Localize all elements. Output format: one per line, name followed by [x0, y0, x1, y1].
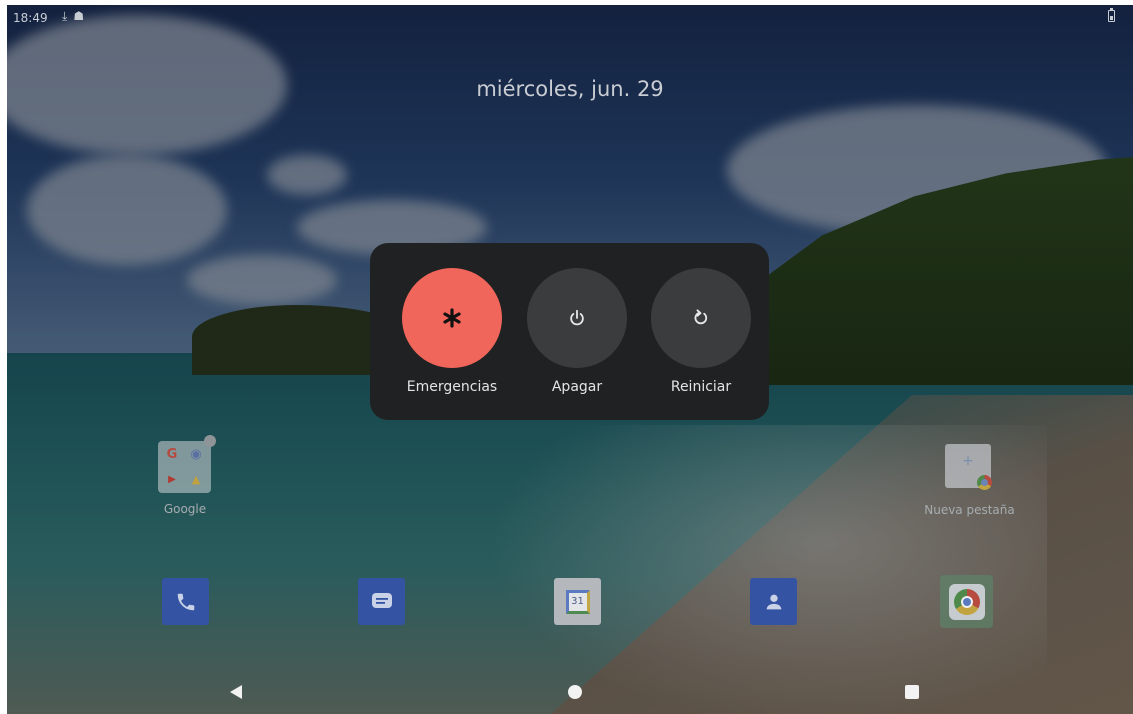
- power-off-circle[interactable]: [527, 268, 627, 368]
- calendar-app[interactable]: 31: [554, 578, 601, 625]
- google-folder-label: Google: [163, 502, 207, 516]
- phone-icon: [177, 593, 194, 610]
- download-icon: ⤓: [62, 9, 74, 23]
- google-folder[interactable]: G ◉ ▶ ▲: [158, 441, 211, 493]
- status-time: 18:49: [13, 11, 48, 25]
- folder-badge: [204, 435, 216, 447]
- restart-label: Reiniciar: [670, 379, 732, 395]
- restart-button[interactable]: Reiniciar: [639, 268, 763, 408]
- contacts-icon: [766, 594, 781, 609]
- power-off-label: Apagar: [551, 379, 603, 395]
- new-tab-label: Nueva pestaña: [924, 503, 1015, 517]
- chrome-badge-icon: [977, 475, 992, 490]
- navigation-bar: [7, 674, 1133, 714]
- google-icon: G: [166, 446, 178, 462]
- messages-icon: [371, 592, 392, 608]
- chrome-icon: [948, 583, 985, 620]
- power-off-button[interactable]: Apagar: [515, 268, 639, 408]
- status-bar: 18:49 ⤓☗: [7, 5, 1133, 29]
- recents-icon[interactable]: [905, 685, 919, 699]
- emergency-circle[interactable]: [402, 268, 502, 368]
- power-icon: [570, 309, 584, 326]
- chrome-mini-icon: ◉: [190, 446, 202, 462]
- emergency-label: Emergencias: [406, 379, 498, 395]
- messages-app[interactable]: [358, 578, 405, 625]
- back-icon[interactable]: [230, 685, 242, 699]
- emergency-asterisk-icon: [443, 308, 461, 328]
- emergency-button[interactable]: Emergencias: [390, 268, 514, 408]
- youtube-icon: ▶: [168, 473, 176, 485]
- plus-icon: +: [962, 453, 974, 469]
- contacts-app[interactable]: [750, 578, 797, 625]
- restart-circle[interactable]: [651, 268, 751, 368]
- chrome-app[interactable]: [940, 575, 993, 628]
- lockscreen-date: miércoles, jun. 29: [476, 77, 664, 101]
- status-notification-icons: ⤓☗: [62, 9, 90, 24]
- home-icon[interactable]: [568, 685, 582, 699]
- phone-app[interactable]: [162, 578, 209, 625]
- calendar-icon: 31: [565, 589, 590, 614]
- calendar-day: 31: [571, 596, 584, 607]
- battery-icon: [1108, 8, 1115, 22]
- power-menu-dialog: Emergencias Apagar Reiniciar: [370, 243, 769, 420]
- restart-icon: [694, 309, 708, 325]
- incognito-icon: ☗: [73, 9, 91, 23]
- drive-icon: ▲: [191, 472, 201, 486]
